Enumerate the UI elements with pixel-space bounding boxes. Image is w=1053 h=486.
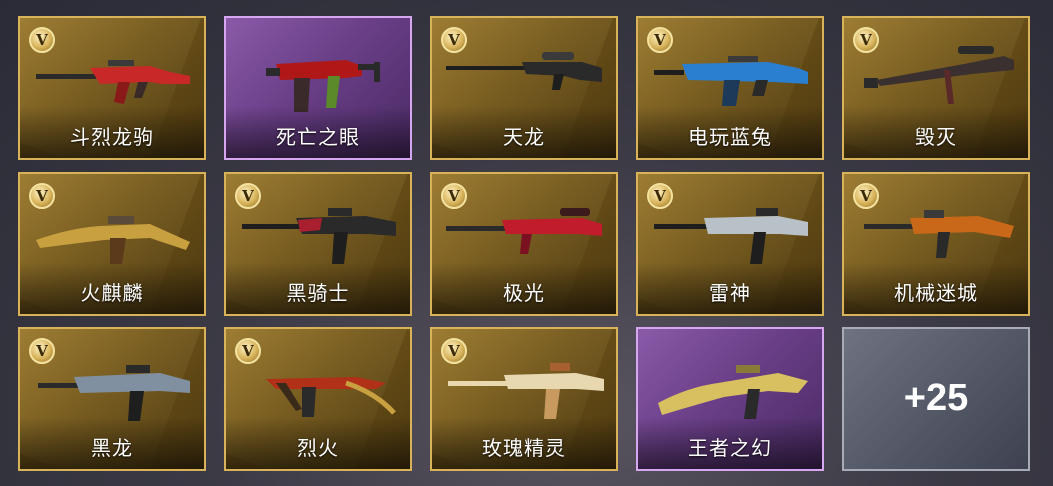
v-badge-icon: V	[235, 338, 261, 364]
weapon-name: 玫瑰精灵	[482, 436, 566, 460]
weapon-card-13[interactable]: V 玫瑰精灵	[430, 327, 618, 471]
weapon-name: 王者之幻	[688, 436, 772, 460]
weapon-name: 死亡之眼	[276, 125, 360, 149]
weapon-card-12[interactable]: V 烈火	[224, 327, 412, 471]
rifle-icon	[38, 365, 190, 421]
weapon-name: 雷神	[709, 281, 751, 305]
weapon-name: 斗烈龙驹	[70, 125, 154, 149]
weapon-card-8[interactable]: V 极光	[430, 172, 618, 316]
weapon-card-7[interactable]: V 黑骑士	[224, 172, 412, 316]
more-count: +25	[903, 377, 969, 419]
weapon-name: 极光	[503, 281, 545, 305]
v-badge-icon: V	[853, 183, 879, 209]
weapon-card-3[interactable]: V 天龙	[430, 16, 618, 160]
weapon-grid: V 斗烈龙驹 死亡之眼 V 天龙 V 电玩蓝兔 V 毁灭 V 火麒麟 V 黑骑士…	[0, 0, 1053, 486]
sniper-icon	[864, 46, 1014, 104]
v-badge-icon: V	[853, 27, 879, 53]
weapon-card-2[interactable]: 死亡之眼	[224, 16, 412, 160]
v-badge-icon: V	[647, 27, 673, 53]
rifle-icon	[448, 363, 604, 419]
v-badge-icon: V	[29, 183, 55, 209]
rifle-icon	[242, 208, 396, 264]
weapon-name: 毁灭	[915, 125, 957, 149]
weapon-card-14[interactable]: 王者之幻	[636, 327, 824, 471]
weapon-name: 烈火	[297, 436, 339, 460]
rifle-icon	[654, 208, 808, 264]
sniper-icon	[446, 52, 602, 90]
rifle-icon	[864, 210, 1014, 258]
v-badge-icon: V	[441, 183, 467, 209]
weapon-name: 黑龙	[91, 436, 133, 460]
weapon-name: 黑骑士	[286, 281, 350, 305]
v-badge-icon: V	[647, 183, 673, 209]
v-badge-icon: V	[441, 338, 467, 364]
weapon-card-1[interactable]: V 斗烈龙驹	[18, 16, 206, 160]
v-badge-icon: V	[441, 27, 467, 53]
rifle-icon	[36, 60, 190, 104]
weapon-card-9[interactable]: V 雷神	[636, 172, 824, 316]
crossbow-icon	[266, 377, 396, 417]
more-weapons-button[interactable]: +25	[842, 327, 1030, 471]
sniper-icon	[446, 208, 602, 254]
weapon-card-10[interactable]: V 机械迷城	[842, 172, 1030, 316]
v-badge-icon: V	[29, 27, 55, 53]
weapon-name: 火麒麟	[80, 281, 144, 305]
smg-icon	[266, 60, 380, 112]
weapon-card-4[interactable]: V 电玩蓝兔	[636, 16, 824, 160]
weapon-card-11[interactable]: V 黑龙	[18, 327, 206, 471]
rifle-icon	[36, 216, 190, 264]
v-badge-icon: V	[235, 183, 261, 209]
rifle-icon	[658, 365, 808, 419]
rifle-icon	[654, 56, 808, 106]
weapon-name: 电玩蓝兔	[688, 125, 772, 149]
weapon-card-5[interactable]: V 毁灭	[842, 16, 1030, 160]
v-badge-icon: V	[29, 338, 55, 364]
weapon-name: 天龙	[503, 125, 545, 149]
weapon-name: 机械迷城	[894, 281, 978, 305]
weapon-card-6[interactable]: V 火麒麟	[18, 172, 206, 316]
